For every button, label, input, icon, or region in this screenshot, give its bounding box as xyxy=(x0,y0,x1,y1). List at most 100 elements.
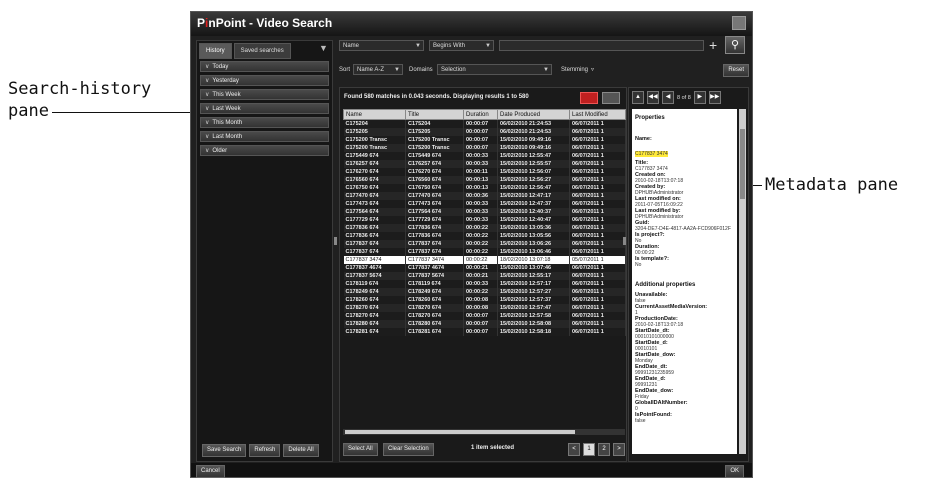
table-row[interactable]: C177836 674 C177836 674 00:00:22 15/02/2010… xyxy=(343,232,626,240)
col-header-last-modified[interactable]: Last Modified xyxy=(569,109,626,120)
sort-select[interactable]: Name A-Z ▼ xyxy=(353,64,403,75)
pin-icon[interactable]: ▼ xyxy=(319,43,329,53)
table-row[interactable]: C177836 674 C177836 674 00:00:22 15/02/2010… xyxy=(343,224,626,232)
table-cell: 00:00:07 xyxy=(463,128,498,136)
search-button[interactable]: ⚲ xyxy=(725,36,745,54)
table-row[interactable]: C178270 674 C178270 674 00:00:08 15/02/2010… xyxy=(343,304,626,312)
callout-search-history-pointer xyxy=(52,112,192,113)
page-2-button[interactable]: 2 xyxy=(598,443,610,456)
metadata-vertical-scrollbar[interactable] xyxy=(739,109,746,454)
table-cell: C177837 5674 xyxy=(405,272,464,280)
search-input[interactable] xyxy=(499,40,704,51)
table-row[interactable]: C177470 674 C177470 674 00:00:36 15/02/2010… xyxy=(343,192,626,200)
save-search-button[interactable]: Save Search xyxy=(202,444,247,457)
reset-button[interactable]: Reset xyxy=(723,64,749,77)
last-record-icon[interactable]: ▶▶ xyxy=(708,91,721,104)
scrollbar-thumb[interactable] xyxy=(740,129,745,199)
tab-saved-searches[interactable]: Saved searches xyxy=(233,43,291,59)
results-horizontal-scrollbar[interactable] xyxy=(343,429,625,435)
results-summary: Found 580 matches in 0.043 seconds. Disp… xyxy=(344,94,529,100)
scrollbar-thumb[interactable] xyxy=(345,430,575,434)
table-cell: 15/02/2010 12:57:27 xyxy=(497,288,570,296)
history-list: ∨ Today ∨ Yesterday ∨ This Week ∨ Last Week … xyxy=(200,61,329,159)
left-splitter-handle[interactable] xyxy=(334,237,337,245)
table-row[interactable]: C175449 674 C175449 674 00:00:33 15/02/2010… xyxy=(343,152,626,160)
window-menu-button[interactable] xyxy=(732,16,746,30)
table-row[interactable]: C176257 674 C176257 674 00:00:33 15/02/2010… xyxy=(343,160,626,168)
chevron-down-icon: ∨ xyxy=(205,64,210,70)
table-cell: 06/07/2011 1 xyxy=(569,296,626,304)
table-cell: C175200 Transc xyxy=(343,136,406,144)
ok-button[interactable]: OK xyxy=(725,465,744,478)
right-splitter-handle[interactable] xyxy=(623,237,626,245)
table-row[interactable]: C176560 674 C176560 674 00:00:13 15/02/2010… xyxy=(343,176,626,184)
table-cell: C178119 674 xyxy=(405,280,464,288)
page-prev-button[interactable]: < xyxy=(568,443,580,456)
first-record-icon[interactable]: ◀◀ xyxy=(647,91,659,104)
collapse-up-icon[interactable]: ▲ xyxy=(632,91,644,104)
cancel-button[interactable]: Cancel xyxy=(196,465,225,478)
col-header-date-produced[interactable]: Date Produced xyxy=(497,109,570,120)
metadata-pane: ▲ ◀◀ ◀ 8 of 8 ▶ ▶▶ Properties Name: C1778… xyxy=(628,87,749,462)
table-row[interactable]: C175204 C175204 00:00:07 06/02/2010 21:24:5… xyxy=(343,119,626,128)
col-header-name[interactable]: Name xyxy=(343,109,406,120)
table-cell: 15/02/2010 12:57:47 xyxy=(497,304,570,312)
table-cell: 00:00:21 xyxy=(463,264,498,272)
table-cell: 15/02/2010 12:55:47 xyxy=(497,152,570,160)
delete-all-button[interactable]: Delete All xyxy=(283,444,319,457)
table-row[interactable]: C177837 674 C177837 674 00:00:22 15/02/2010… xyxy=(343,240,626,248)
table-row[interactable]: C177837 674 C177837 674 00:00:22 15/02/2010… xyxy=(343,248,626,256)
history-item-older[interactable]: ∨ Older xyxy=(200,145,329,156)
table-row[interactable]: C178249 674 C178249 674 00:00:22 15/02/2010… xyxy=(343,288,626,296)
page-next-button[interactable]: > xyxy=(613,443,625,456)
history-item-yesterday[interactable]: ∨ Yesterday xyxy=(200,75,329,86)
table-row[interactable]: C177564 674 C177564 674 00:00:33 15/02/2010… xyxy=(343,208,626,216)
results-pane: Found 580 matches in 0.043 seconds. Disp… xyxy=(339,87,627,462)
table-cell: 00:00:13 xyxy=(463,176,498,184)
domains-select[interactable]: Selection ▼ xyxy=(437,64,552,75)
table-row[interactable]: C178260 674 C178260 674 00:00:08 15/02/2010… xyxy=(343,296,626,304)
tab-history[interactable]: History xyxy=(199,43,232,59)
history-item-last-week[interactable]: ∨ Last Week xyxy=(200,103,329,114)
refresh-button[interactable]: Refresh xyxy=(249,444,281,457)
table-row[interactable]: C178119 674 C178119 674 00:00:33 15/02/2010… xyxy=(343,280,626,288)
prev-record-icon[interactable]: ◀ xyxy=(662,91,674,104)
properties-heading: Properties xyxy=(635,115,665,121)
table-row[interactable]: C177837 4674 C177837 4674 00:00:21 15/02/20… xyxy=(343,264,626,272)
operator-select[interactable]: Begins With ▼ xyxy=(429,40,494,51)
table-row[interactable]: C175200 Transc C175200 Transc 00:00:07 15/0… xyxy=(343,136,626,144)
select-all-button[interactable]: Select All xyxy=(343,443,378,456)
table-cell: C178260 674 xyxy=(405,296,464,304)
next-record-icon[interactable]: ▶ xyxy=(693,91,706,104)
table-row[interactable]: C178281 674 C178281 674 00:00:07 15/02/2010… xyxy=(343,328,626,336)
history-item-last-month[interactable]: ∨ Last Month xyxy=(200,131,329,142)
table-cell: 15/02/2010 12:40:37 xyxy=(497,208,570,216)
table-row[interactable]: C178270 674 C178270 674 00:00:07 15/02/2010… xyxy=(343,312,626,320)
field-select[interactable]: Name ▼ xyxy=(339,40,424,51)
col-header-title[interactable]: Title xyxy=(405,109,464,120)
table-row[interactable]: C178280 674 C178280 674 00:00:07 15/02/2010… xyxy=(343,320,626,328)
table-cell: 15/02/2010 12:57:17 xyxy=(497,280,570,288)
clear-selection-button[interactable]: Clear Selection xyxy=(383,443,434,456)
history-item-today[interactable]: ∨ Today xyxy=(200,61,329,72)
stemming-toggle-icon[interactable]: ▿ xyxy=(591,64,594,76)
table-cell: 06/02/2010 21:24:53 xyxy=(497,119,570,128)
history-item-this-month[interactable]: ∨ This Month xyxy=(200,117,329,128)
add-criteria-icon[interactable]: + xyxy=(709,38,717,52)
results-header-row: Name Title Duration Date Produced Last M… xyxy=(343,109,626,120)
table-row[interactable]: C175200 Transc C175200 Transc 00:00:07 15/0… xyxy=(343,144,626,152)
col-header-duration[interactable]: Duration xyxy=(463,109,498,120)
table-row[interactable]: C177837 3474 C177837 3474 00:00:22 18/02/20… xyxy=(343,256,626,264)
grid-view-button[interactable] xyxy=(602,92,620,104)
table-row[interactable]: C177837 5674 C177837 5674 00:00:21 15/02/20… xyxy=(343,272,626,280)
history-item-this-week[interactable]: ∨ This Week xyxy=(200,89,329,100)
table-row[interactable]: C176750 674 C176750 674 00:00:13 15/02/2010… xyxy=(343,184,626,192)
table-row[interactable]: C176270 674 C176270 674 00:00:11 15/02/2010… xyxy=(343,168,626,176)
callout-search-history-line1: Search-history xyxy=(8,79,152,99)
page-1-button[interactable]: 1 xyxy=(583,443,595,456)
table-row[interactable]: C175205 C175205 00:00:07 06/02/2010 21:24:5… xyxy=(343,128,626,136)
table-cell: 06/07/2011 1 xyxy=(569,176,626,184)
table-row[interactable]: C177729 674 C177729 674 00:00:33 15/02/2010… xyxy=(343,216,626,224)
table-row[interactable]: C177473 674 C177473 674 00:00:33 15/02/2010… xyxy=(343,200,626,208)
list-view-button[interactable] xyxy=(580,92,598,104)
